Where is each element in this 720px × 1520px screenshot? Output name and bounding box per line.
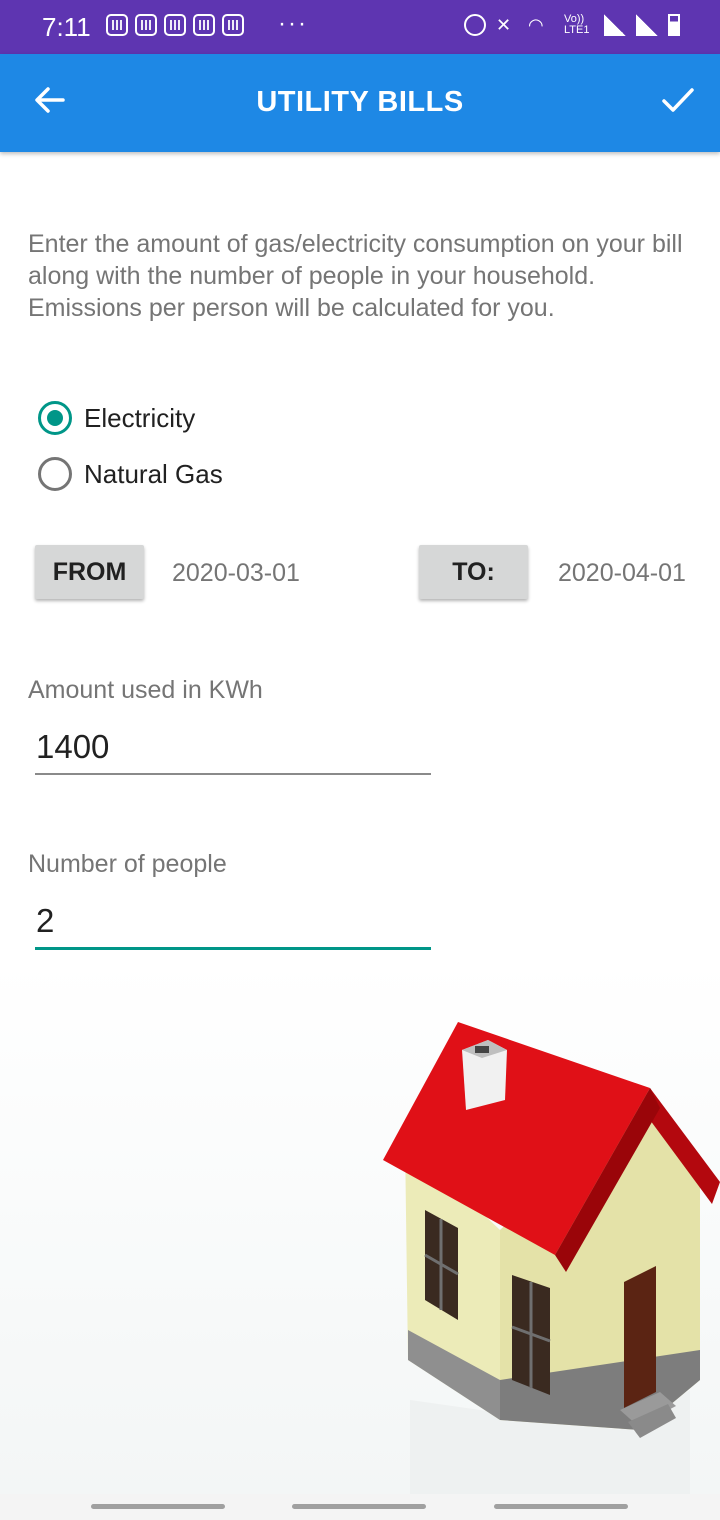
alarm-icon — [464, 14, 486, 36]
signal-icon — [636, 14, 658, 36]
radio-checked-icon[interactable] — [38, 401, 72, 435]
message-icon — [164, 14, 186, 36]
home-button[interactable] — [292, 1504, 426, 1509]
people-label: Number of people — [28, 850, 227, 878]
signal-icon — [604, 14, 626, 36]
amount-input[interactable] — [36, 728, 430, 770]
message-icon — [193, 14, 215, 36]
amount-underline — [35, 773, 431, 775]
check-icon[interactable] — [658, 80, 698, 120]
back-nav-button[interactable] — [494, 1504, 628, 1509]
house-illustration — [0, 960, 720, 1494]
to-date-value: 2020-04-01 — [558, 559, 686, 587]
people-input[interactable] — [36, 902, 430, 944]
message-icon — [222, 14, 244, 36]
wifi-icon: ◠ — [528, 15, 544, 35]
mute-icon: ✕ — [496, 15, 512, 35]
radio-natural-gas[interactable]: Natural Gas — [38, 457, 223, 491]
more-notifications-icon: ··· — [278, 10, 308, 37]
status-bar: 7:11 ··· ✕ ◠ Vo)) LTE1 — [0, 0, 720, 54]
instructions-text: Enter the amount of gas/electricity cons… — [28, 228, 688, 324]
battery-icon — [668, 14, 680, 36]
volte-label: Vo)) LTE1 — [564, 13, 590, 36]
app-bar: UTILITY BILLS — [0, 54, 720, 152]
people-underline — [35, 947, 431, 950]
radio-electricity[interactable]: Electricity — [38, 401, 195, 435]
to-date-button[interactable]: TO: — [419, 545, 528, 599]
amount-label: Amount used in KWh — [28, 676, 263, 704]
radio-label-electricity: Electricity — [84, 402, 196, 433]
system-icons: ✕ ◠ Vo)) LTE1 — [464, 14, 680, 36]
clock: 7:11 — [42, 12, 91, 42]
radio-unchecked-icon[interactable] — [38, 457, 72, 491]
from-date-value: 2020-03-01 — [172, 559, 300, 587]
recent-apps-button[interactable] — [91, 1504, 225, 1509]
notification-icons — [106, 14, 244, 36]
instructions-line: Enter the amount of gas/electricity cons… — [28, 230, 683, 322]
message-icon — [135, 14, 157, 36]
page-title: UTILITY BILLS — [256, 86, 464, 118]
from-date-button[interactable]: FROM — [35, 545, 144, 599]
system-nav-bar — [0, 1494, 720, 1520]
message-icon — [106, 14, 128, 36]
radio-label-natural-gas: Natural Gas — [84, 458, 223, 489]
